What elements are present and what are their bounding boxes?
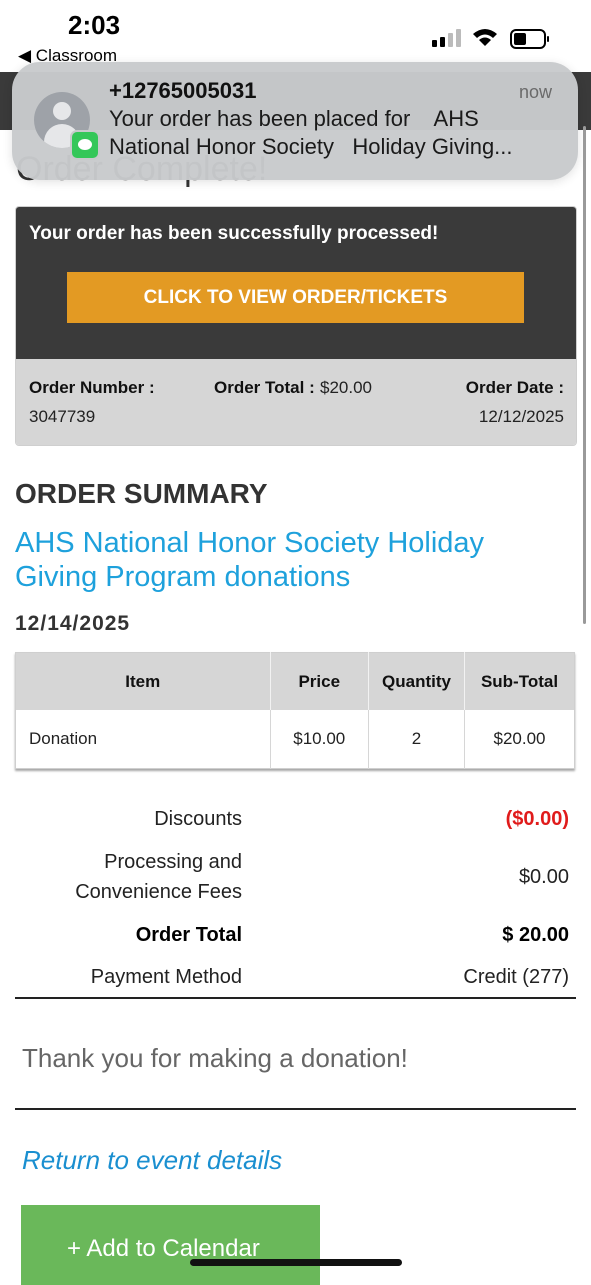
notification-text-line-2: National Honor Society Holiday Giving...: [109, 134, 513, 159]
notification-text-line-1: Your order has been placed for AHS: [109, 106, 479, 131]
order-total-label: Order Total :: [214, 378, 315, 397]
order-date-label: Order Date :: [465, 378, 564, 397]
order-info-panel: Order Number : 3047739 Order Total : $20…: [16, 359, 576, 445]
status-bar: 2:03 ◀ Classroom: [0, 0, 591, 70]
order-total-value: $20.00: [320, 378, 372, 397]
status-time: 2:03: [68, 10, 121, 40]
order-date-value: 12/12/2025: [478, 407, 564, 426]
divider: [15, 1108, 576, 1110]
order-confirmation-box: Your order has been successfully process…: [15, 206, 577, 446]
success-message: Your order has been successfully process…: [29, 223, 439, 244]
table-row: Donation $10.00 2 $20.00: [15, 710, 575, 769]
item-price-cell: $10.00: [269, 710, 369, 769]
order-number-value: 3047739: [29, 407, 96, 426]
confirmation-panel: Your order has been successfully process…: [16, 207, 576, 359]
messages-app-icon: [70, 130, 100, 160]
order-summary-heading: ORDER SUMMARY: [15, 478, 268, 509]
notification-sender: +12765005031: [109, 78, 257, 103]
wifi-icon: [473, 29, 497, 46]
message-notification[interactable]: +12765005031 now Your order has been pla…: [12, 62, 578, 180]
notification-time: now: [518, 82, 552, 102]
order-total-summary-label: Order Total: [135, 924, 242, 946]
table-header-row: Item Price Quantity Sub-Total: [15, 652, 575, 710]
item-name-cell: Donation: [15, 710, 271, 769]
discounts-value: ($0.00): [505, 808, 569, 830]
column-header-price: Price: [269, 652, 369, 710]
event-date: 12/14/2025: [15, 612, 131, 635]
home-indicator[interactable]: [190, 1259, 402, 1266]
column-header-quantity: Quantity: [367, 652, 465, 710]
order-number-label: Order Number :: [29, 378, 155, 397]
item-quantity-cell: 2: [367, 710, 465, 769]
battery-icon: [510, 29, 549, 49]
thank-you-message: Thank you for making a donation!: [22, 1043, 408, 1073]
order-total-summary-value: $ 20.00: [502, 924, 569, 946]
column-header-subtotal: Sub-Total: [464, 652, 575, 710]
column-header-item: Item: [15, 652, 271, 710]
discounts-label: Discounts: [154, 808, 242, 830]
event-title-link[interactable]: AHS National Honor Society Holiday Givin…: [15, 526, 555, 594]
payment-method-value: Credit (277): [463, 966, 569, 988]
payment-method-label: Payment Method: [90, 966, 242, 988]
item-subtotal-cell: $20.00: [464, 710, 575, 769]
fees-value: $0.00: [518, 866, 569, 888]
fees-label-line-2: Convenience Fees: [75, 881, 242, 903]
order-items-table: Item Price Quantity Sub-Total Donation $…: [15, 652, 575, 769]
return-to-event-link[interactable]: Return to event details: [22, 1145, 282, 1176]
add-to-calendar-button[interactable]: + Add to Calendar: [21, 1205, 320, 1285]
scrollbar[interactable]: [583, 126, 586, 624]
view-order-tickets-button[interactable]: CLICK TO VIEW ORDER/TICKETS: [67, 272, 524, 323]
cellular-signal-icon: [432, 29, 461, 47]
fees-label-line-1: Processing and: [104, 851, 242, 873]
divider: [15, 997, 576, 999]
